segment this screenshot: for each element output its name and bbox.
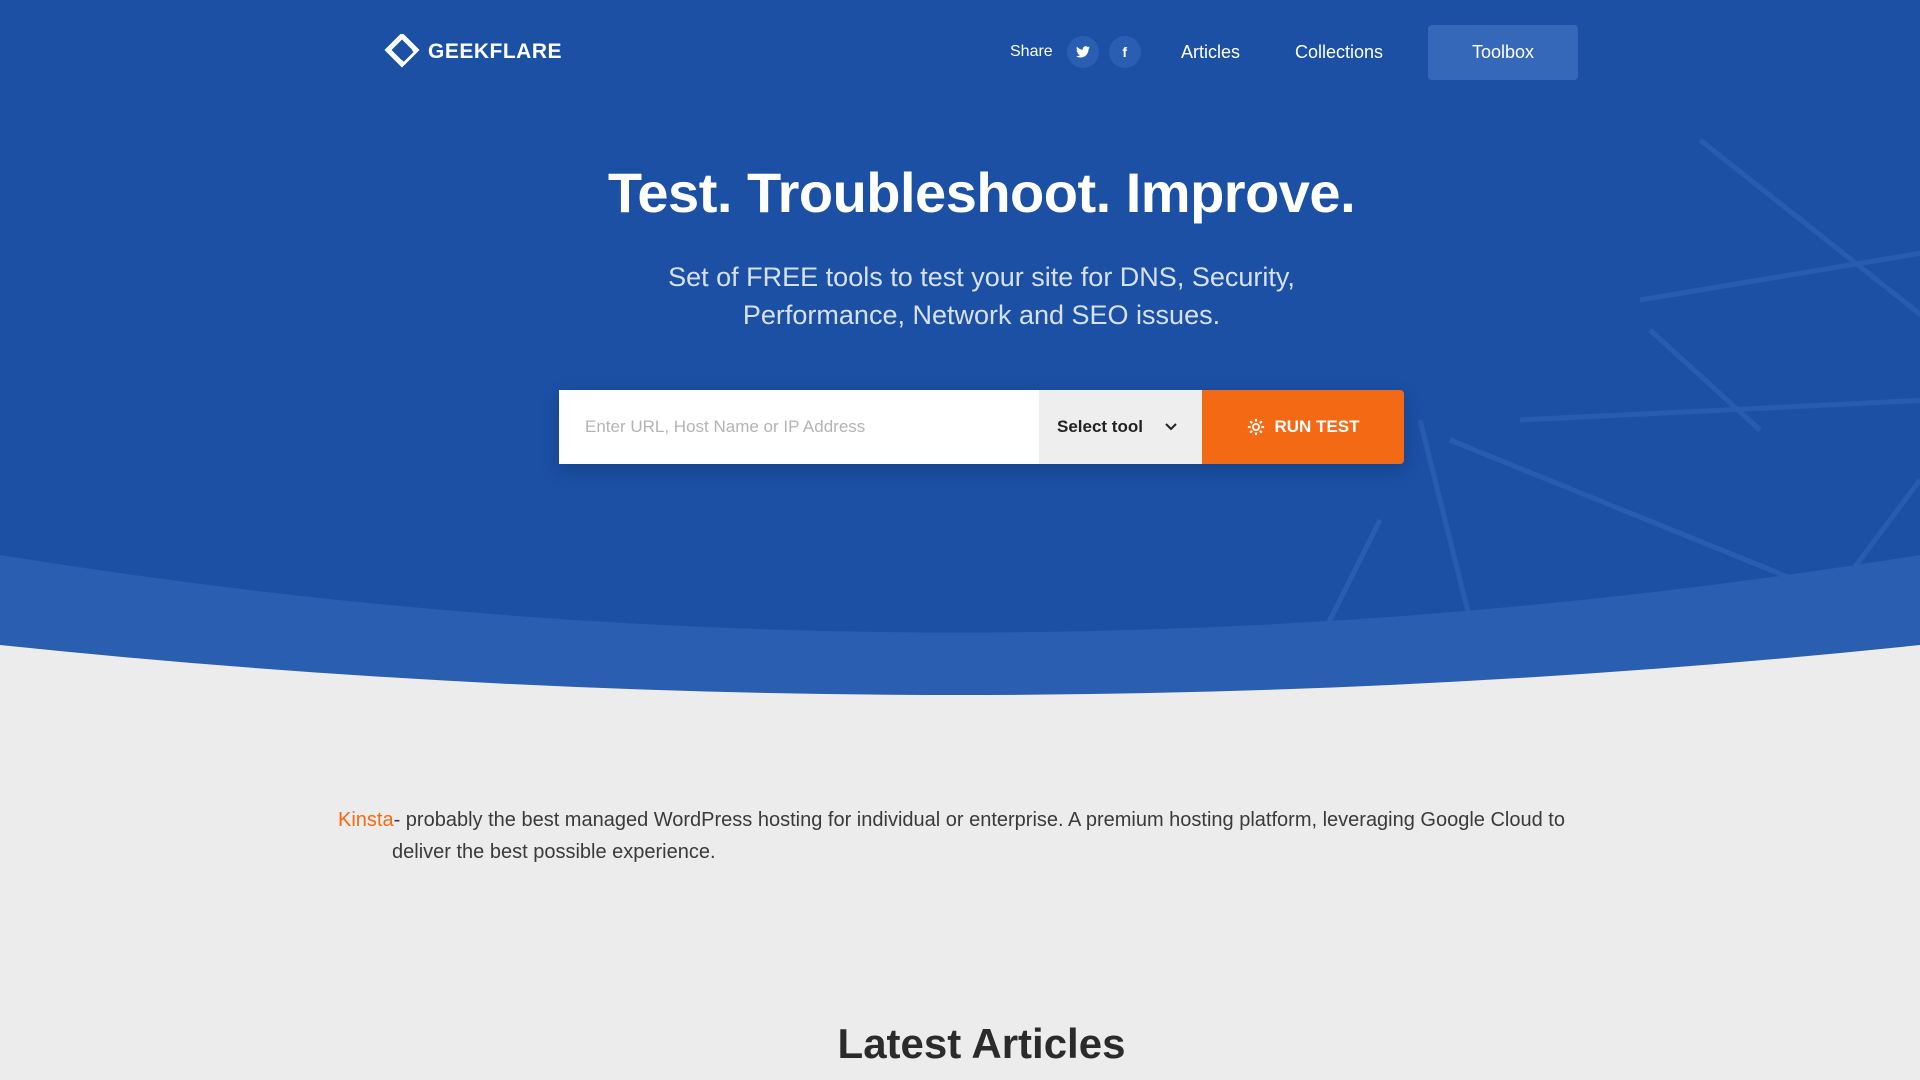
brand-logo[interactable]: GEEKFLARE [384, 34, 562, 70]
subtitle-line-1: Set of FREE tools to test your site for … [668, 262, 1295, 292]
promo-description: - probably the best managed WordPress ho… [392, 809, 1565, 863]
test-form: Select tool RUN TEST [559, 390, 1404, 464]
nav-link-articles[interactable]: Articles [1181, 42, 1240, 63]
share-group: Share f [1010, 36, 1141, 68]
kinsta-link[interactable]: Kinsta [338, 809, 394, 831]
gear-icon [1247, 418, 1264, 436]
toolbox-button[interactable]: Toolbox [1428, 25, 1578, 80]
promo-text: Kinsta- probably the best managed WordPr… [338, 804, 1628, 868]
url-input[interactable] [559, 390, 1039, 464]
geekflare-logo-icon [384, 34, 420, 68]
run-test-button[interactable]: RUN TEST [1202, 390, 1404, 464]
latest-articles-title: Latest Articles [837, 1020, 1126, 1067]
run-test-label: RUN TEST [1274, 417, 1360, 436]
hero-wave [0, 555, 1920, 780]
top-nav: GEEKFLARE Share f Articles Collections T… [0, 24, 1920, 80]
tool-select[interactable]: Select tool [1039, 390, 1202, 464]
subtitle-line-2: Performance, Network and SEO issues. [742, 300, 1221, 330]
hero-headline: Test. Troubleshoot. Improve. [607, 161, 1356, 224]
facebook-icon[interactable]: f [1108, 36, 1141, 68]
tool-select-label: Select tool [1057, 417, 1143, 436]
hero-subtitle: Set of FREE tools to test your site for … [0, 258, 1920, 334]
brand-name: GEEKFLARE [428, 40, 563, 63]
nav-link-collections[interactable]: Collections [1295, 42, 1383, 63]
chevron-down-icon [1165, 423, 1177, 431]
twitter-icon[interactable] [1066, 36, 1099, 68]
share-label: Share [1010, 43, 1053, 60]
